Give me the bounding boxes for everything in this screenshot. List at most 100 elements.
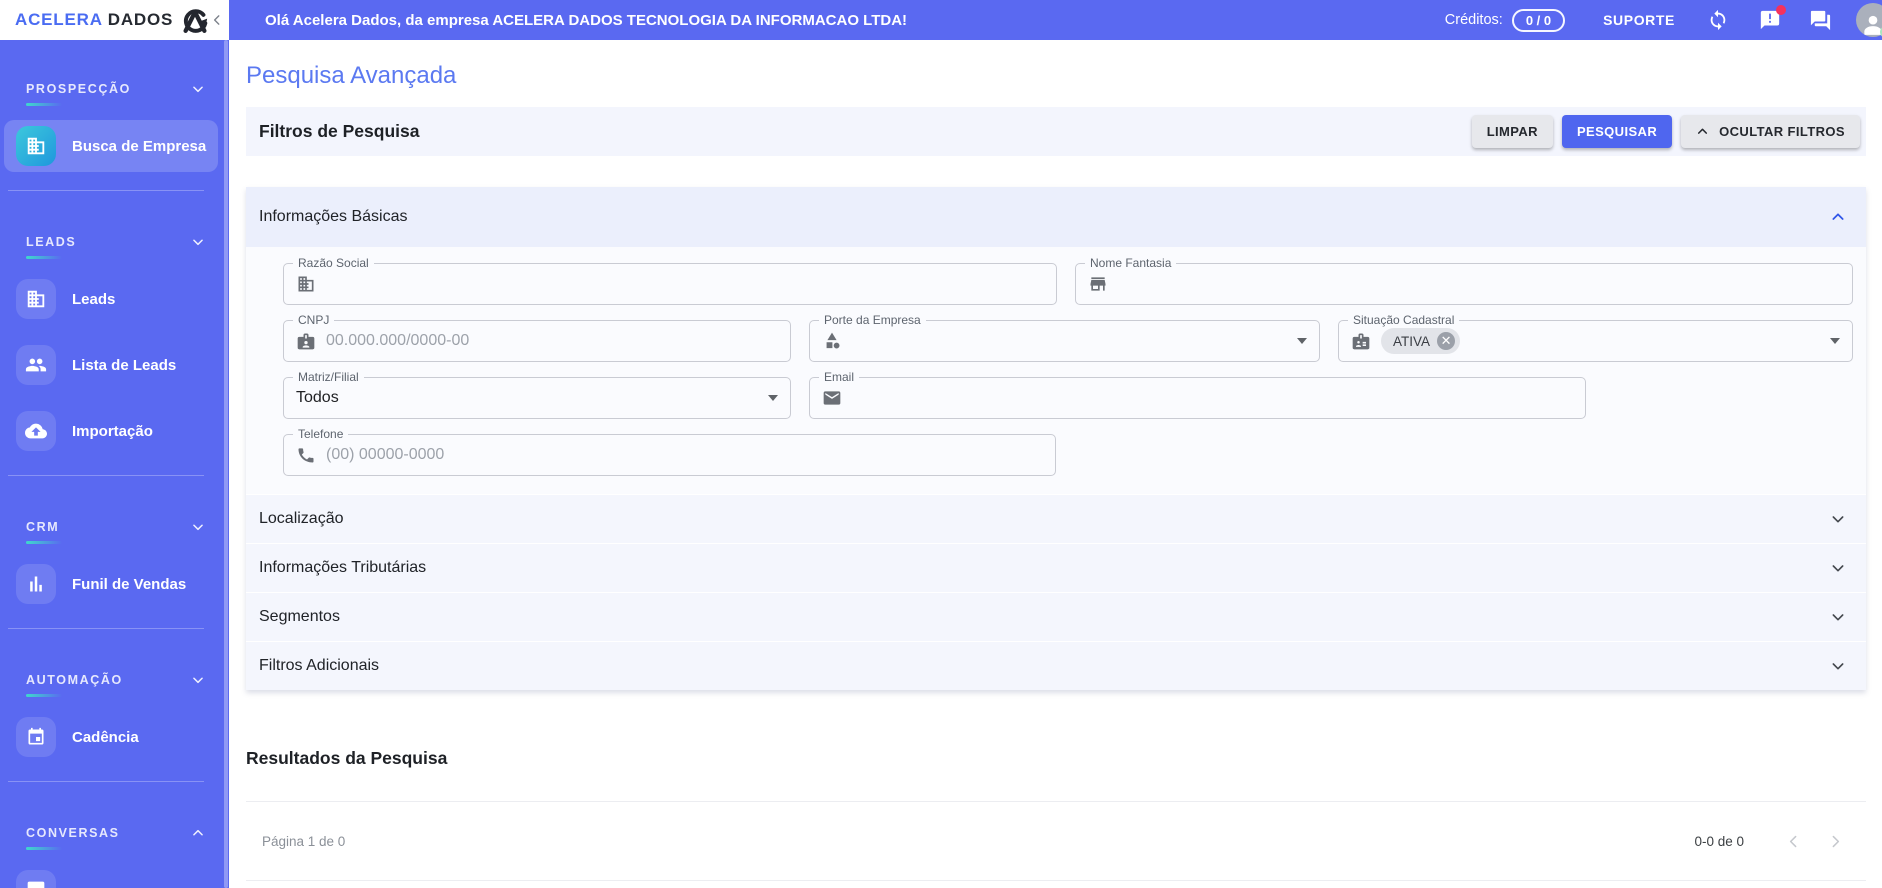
building-icon <box>16 126 56 166</box>
sidebar-item-label: Importação <box>72 422 153 440</box>
accordion-title: Localização <box>259 510 344 528</box>
sidebar-collapse-icon[interactable] <box>210 13 224 27</box>
matriz-filial-select[interactable]: Matriz/Filial Todos <box>283 370 791 420</box>
section-label: CONVERSAS <box>26 826 120 840</box>
field-label: Nome Fantasia <box>1085 256 1177 271</box>
filters-header: Filtros de Pesquisa LIMPAR PESQUISAR OCU… <box>246 107 1866 157</box>
accordion-header-filtros-adicionais[interactable]: Filtros Adicionais <box>246 641 1866 691</box>
sidebar-item-funil-de-vendas[interactable]: Funil de Vendas <box>4 558 218 610</box>
sidebar-item-conversas-chat[interactable] <box>4 864 218 888</box>
notifications-icon[interactable] <box>1759 5 1786 31</box>
calendar-icon <box>16 717 56 757</box>
previous-page-button[interactable] <box>1772 820 1814 862</box>
chevron-down-icon <box>193 239 203 246</box>
building-icon <box>296 274 316 294</box>
sidebar-item-lista-de-leads[interactable]: Lista de Leads <box>4 339 218 391</box>
logo-bar: ACELERA DADOS <box>0 0 229 40</box>
sidebar-section-conversas[interactable]: CONVERSAS <box>0 826 229 840</box>
porte-da-empresa-select[interactable]: Porte da Empresa <box>809 313 1320 363</box>
field-label: Email <box>819 370 860 385</box>
sidebar-item-label: Busca de Empresa <box>72 137 207 155</box>
sidebar-item-label: Leads <box>72 290 116 308</box>
situacao-cadastral-select[interactable]: Situação Cadastral ATIVA ✕ <box>1338 313 1853 363</box>
sidebar-section-leads[interactable]: LEADS <box>0 235 229 249</box>
refresh-icon[interactable] <box>1707 9 1729 31</box>
accordion-header-segmentos[interactable]: Segmentos <box>246 592 1866 642</box>
mail-icon <box>822 388 842 408</box>
accordion-header-informacoes-basicas[interactable]: Informações Básicas <box>246 187 1866 248</box>
chart-icon <box>16 564 56 604</box>
accordion-title: Informações Tributárias <box>259 559 427 577</box>
chevron-down-icon <box>193 524 203 531</box>
chevron-up-icon <box>193 829 203 836</box>
hide-filters-button[interactable]: OCULTAR FILTROS <box>1681 115 1860 149</box>
status-chip-ativa: ATIVA ✕ <box>1381 328 1461 355</box>
sidebar-divider <box>8 475 204 476</box>
field-label: Porte da Empresa <box>819 313 926 328</box>
cnpj-field: CNPJ <box>283 313 791 363</box>
id-card-icon <box>1351 331 1371 351</box>
phone-icon <box>296 445 316 465</box>
avatar-circle <box>1856 3 1882 37</box>
matriz-filial-value: Todos <box>296 389 339 407</box>
sidebar-item-label: Lista de Leads <box>72 356 177 374</box>
chevron-down-icon <box>1830 560 1846 576</box>
logo-text-acelera: ACELERA <box>15 10 103 29</box>
user-avatar[interactable] <box>1856 3 1882 38</box>
sidebar-item-busca-de-empresa[interactable]: Busca de Empresa <box>4 120 218 172</box>
accordion-title: Informações Básicas <box>259 208 408 226</box>
storefront-icon <box>1088 274 1108 294</box>
main-content: Pesquisa Avançada Filtros de Pesquisa LI… <box>229 40 1882 888</box>
nome-fantasia-input[interactable] <box>1118 275 1840 294</box>
sidebar-item-cadencia[interactable]: Cadência <box>4 711 218 763</box>
sidebar-section-automacao[interactable]: AUTOMAÇÃO <box>0 673 229 687</box>
category-icon <box>822 331 842 351</box>
clear-button[interactable]: LIMPAR <box>1471 115 1553 149</box>
chat-icon[interactable] <box>1809 9 1832 32</box>
sidebar-item-leads[interactable]: Leads <box>4 273 218 325</box>
field-row: Matriz/Filial Todos Email <box>283 370 1853 420</box>
field-label: Razão Social <box>293 256 374 271</box>
sidebar-item-label: Funil de Vendas <box>72 575 187 593</box>
razao-social-field: Razão Social <box>283 256 1057 306</box>
razao-social-input[interactable] <box>326 275 1044 294</box>
results-title: Resultados da Pesquisa <box>246 748 448 769</box>
cloud-upload-icon <box>16 411 56 451</box>
sidebar: PROSPECÇÃO Busca de Empresa LEADS Leads <box>0 40 229 888</box>
email-field: Email <box>809 370 1586 420</box>
credits-label: Créditos: <box>1444 12 1503 28</box>
field-label: Matriz/Filial <box>293 370 364 385</box>
telefone-field: Telefone <box>283 427 1056 477</box>
hide-filters-label: OCULTAR FILTROS <box>1719 124 1845 140</box>
section-accent-underline <box>26 847 62 850</box>
cnpj-input[interactable] <box>326 332 778 351</box>
support-link[interactable]: SUPORTE <box>1603 12 1675 28</box>
section-accent-underline <box>26 256 62 259</box>
chat-bubble-icon <box>16 870 56 888</box>
filters-title: Filtros de Pesquisa <box>259 121 420 142</box>
sidebar-item-importacao[interactable]: Importação <box>4 405 218 457</box>
field-row: Telefone <box>283 427 1853 477</box>
email-input[interactable] <box>852 389 1573 408</box>
chevron-down-icon <box>1830 609 1846 625</box>
accordion-header-informacoes-tributarias[interactable]: Informações Tributárias <box>246 543 1866 593</box>
telefone-input[interactable] <box>326 446 1043 465</box>
section-label: PROSPECÇÃO <box>26 82 131 96</box>
chip-remove-icon[interactable]: ✕ <box>1437 332 1456 351</box>
search-button[interactable]: PESQUISAR <box>1561 115 1673 149</box>
greeting-text: Olá Acelera Dados, da empresa ACELERA DA… <box>265 11 908 29</box>
sidebar-section-prospeccao[interactable]: PROSPECÇÃO <box>0 82 229 96</box>
chevron-down-icon <box>193 86 203 93</box>
chevron-down-icon <box>1830 658 1846 674</box>
accordion-header-localizacao[interactable]: Localização <box>246 494 1866 544</box>
next-page-button[interactable] <box>1814 820 1856 862</box>
app-root: ACELERA DADOS Olá Acelera Dados, da empr… <box>0 0 1882 888</box>
sidebar-section-crm[interactable]: CRM <box>0 520 229 534</box>
accordion-title: Segmentos <box>259 608 340 626</box>
pagination-controls: 0-0 de 0 <box>1694 820 1856 862</box>
chevron-up-icon <box>1696 125 1709 138</box>
chip-label: ATIVA <box>1393 333 1431 349</box>
notification-dot <box>1776 5 1786 15</box>
filters-actions: LIMPAR PESQUISAR OCULTAR FILTROS <box>1471 115 1860 149</box>
nome-fantasia-field: Nome Fantasia <box>1075 256 1853 306</box>
